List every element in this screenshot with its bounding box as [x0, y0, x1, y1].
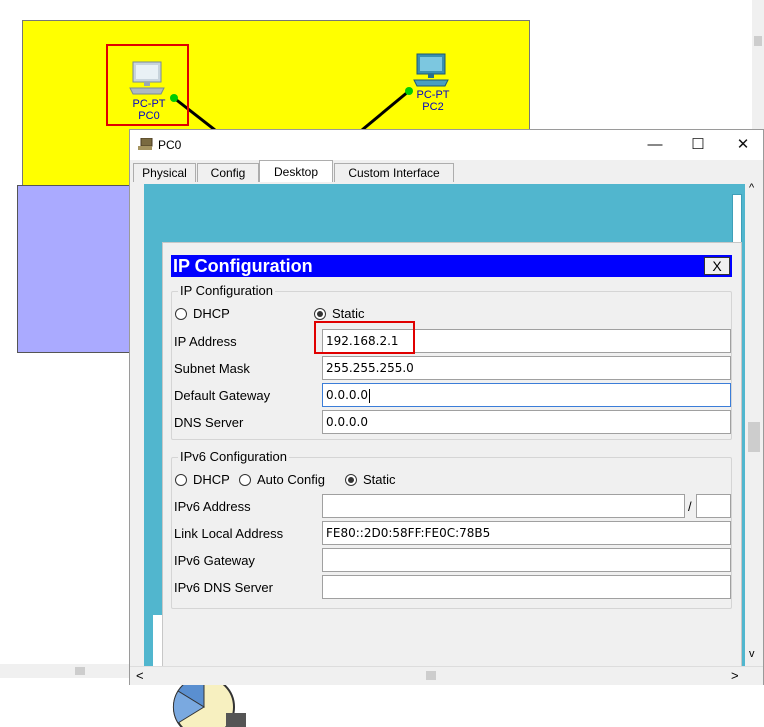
minimize-button[interactable]: —	[632, 130, 678, 160]
ipv6-dns-label: IPv6 DNS Server	[174, 580, 273, 595]
subnet-mask-field[interactable]: 255.255.255.0	[322, 356, 731, 380]
ipv6-dhcp-radio[interactable]	[175, 474, 187, 486]
ipv6-gateway-field[interactable]	[322, 548, 731, 572]
window-horizontal-scrollbar[interactable]: < >	[130, 666, 763, 685]
ipv4-dhcp-label: DHCP	[193, 306, 230, 321]
window-titlebar[interactable]: PC0 — ☐ ✕	[130, 130, 763, 160]
ipv6-static-radio[interactable]	[345, 474, 357, 486]
pc2-name-label: PC2	[422, 101, 444, 113]
ipv6-dns-field[interactable]	[322, 575, 731, 599]
tab-bar: Physical Config Desktop Custom Interface	[130, 160, 763, 182]
ipv6-prefix-separator: /	[688, 499, 692, 514]
subnet-mask-label: Subnet Mask	[174, 361, 250, 376]
dns-server-label: DNS Server	[174, 415, 244, 430]
scroll-right-arrow[interactable]: >	[731, 668, 739, 683]
tab-physical[interactable]: Physical	[133, 163, 196, 182]
scroll-left-arrow[interactable]: <	[136, 668, 144, 683]
ip-address-highlight-box	[314, 321, 415, 354]
scroll-thumb[interactable]	[75, 667, 85, 675]
scroll-down-arrow[interactable]: v	[749, 648, 755, 660]
ip-config-title: IP Configuration	[173, 256, 313, 276]
scroll-thumb[interactable]	[426, 671, 436, 680]
ipv4-static-radio[interactable]	[314, 308, 326, 320]
pc2-type-label: PC-PT	[416, 89, 450, 101]
text-cursor	[368, 388, 370, 403]
pc2-device[interactable]	[412, 52, 452, 88]
pc0-highlight-box	[106, 44, 189, 126]
window-title: PC0	[158, 138, 182, 152]
ipv6-address-field[interactable]	[322, 494, 685, 518]
pc-window-icon	[138, 138, 153, 150]
tab-custom-interface[interactable]: Custom Interface	[334, 163, 454, 182]
ipv4-static-label: Static	[332, 306, 365, 321]
ipv6-gateway-label: IPv6 Gateway	[174, 553, 255, 568]
ipv6-group-title: IPv6 Configuration	[178, 449, 289, 464]
close-button[interactable]: ✕	[720, 130, 764, 160]
ip-address-label: IP Address	[174, 334, 237, 349]
ipv6-auto-config-radio[interactable]	[239, 474, 251, 486]
link-local-label: Link Local Address	[174, 526, 284, 541]
ipv6-prefix-field[interactable]	[696, 494, 731, 518]
workspace-horizontal-scrollbar[interactable]	[0, 664, 130, 678]
desktop-area: IP Configuration X IP Configuration DHCP…	[144, 184, 747, 727]
maximize-button[interactable]: ☐	[675, 130, 721, 160]
scroll-thumb[interactable]	[754, 36, 762, 46]
ip-configuration-dialog: IP Configuration X IP Configuration DHCP…	[162, 242, 742, 672]
ipv6-address-label: IPv6 Address	[174, 499, 251, 514]
ipv6-static-label: Static	[363, 472, 396, 487]
tab-desktop[interactable]: Desktop	[259, 160, 333, 182]
dns-server-field[interactable]: 0.0.0.0	[322, 410, 731, 434]
ip-config-close-button[interactable]: X	[704, 257, 730, 275]
ipv4-dhcp-radio[interactable]	[175, 308, 187, 320]
link-local-field[interactable]: FE80::2D0:58FF:FE0C:78B5	[322, 521, 731, 545]
scroll-thumb[interactable]	[748, 422, 760, 452]
default-gateway-value: 0.0.0.0	[326, 388, 368, 402]
ip-config-header: IP Configuration X	[171, 255, 732, 277]
ipv6-auto-config-label: Auto Config	[257, 472, 325, 487]
ipv6-dhcp-label: DHCP	[193, 472, 230, 487]
default-gateway-label: Default Gateway	[174, 388, 271, 403]
tab-config[interactable]: Config	[197, 163, 259, 182]
pc0-window: PC0 — ☐ ✕ Physical Config Desktop Custom…	[129, 129, 764, 727]
scroll-up-arrow[interactable]: ^	[749, 182, 754, 194]
pc-icon	[413, 53, 449, 87]
default-gateway-field[interactable]: 0.0.0.0	[322, 383, 731, 407]
window-vertical-scrollbar[interactable]: ^ v	[745, 182, 763, 666]
ipv4-group-title: IP Configuration	[178, 283, 275, 298]
